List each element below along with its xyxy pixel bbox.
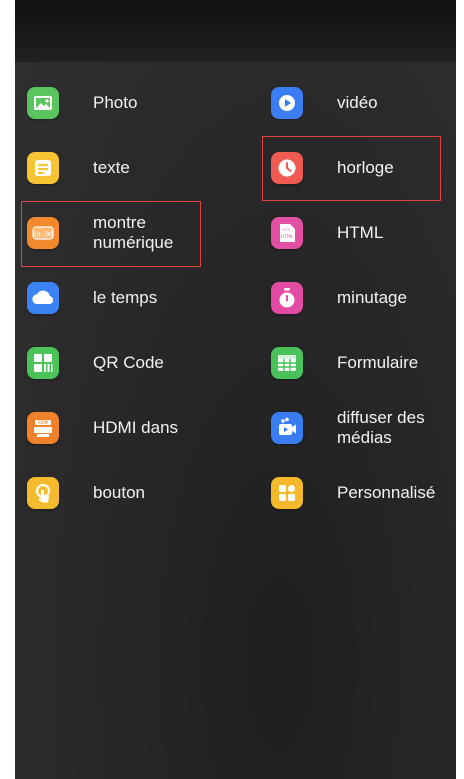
svg-text:HDMI: HDMI	[38, 420, 49, 425]
timer-icon	[271, 282, 303, 314]
button-icon	[27, 477, 59, 509]
app-label: montre numérique	[93, 213, 174, 252]
video-icon	[271, 87, 303, 119]
digital-clock-icon: 09:00	[27, 217, 59, 249]
app-weather[interactable]: le temps	[27, 275, 157, 321]
weather-icon	[27, 282, 59, 314]
app-label: diffuser des médias	[337, 408, 425, 447]
app-label: texte	[93, 158, 130, 177]
media-stream-icon	[271, 412, 303, 444]
app-form[interactable]: Formulaire	[271, 340, 418, 386]
app-label: bouton	[93, 483, 145, 502]
app-media-stream[interactable]: diffuser des médias	[271, 405, 425, 451]
app-label: minutage	[337, 288, 407, 307]
app-custom[interactable]: Personnalisé	[271, 470, 435, 516]
app-label: Photo	[93, 93, 138, 112]
app-label: QR Code	[93, 353, 164, 372]
app-hdmi-in[interactable]: HDMI HDMI dans	[27, 405, 178, 451]
svg-text:HTML: HTML	[281, 234, 294, 240]
qr-code-icon	[27, 347, 59, 379]
photo-icon	[27, 87, 59, 119]
app-label: HTML	[337, 223, 384, 242]
app-label: horloge	[337, 158, 394, 177]
app-launcher-screen: Photo texte 09:00 montre numérique le te…	[15, 0, 456, 779]
app-button[interactable]: bouton	[27, 470, 145, 516]
app-label: HDMI dans	[93, 418, 179, 437]
clock-icon	[271, 152, 303, 184]
svg-text:09:00: 09:00	[32, 231, 53, 239]
app-label: Formulaire	[337, 353, 419, 372]
text-icon	[27, 152, 59, 184]
app-clock[interactable]: horloge	[271, 145, 394, 191]
html-icon: HTML </>	[271, 217, 303, 249]
app-label: Personnalisé	[337, 483, 436, 502]
app-video[interactable]: vidéo	[271, 80, 378, 126]
app-text[interactable]: texte	[27, 145, 130, 191]
app-qr-code[interactable]: QR Code	[27, 340, 164, 386]
app-digital-clock[interactable]: 09:00 montre numérique	[27, 210, 173, 256]
app-label: le temps	[93, 288, 158, 307]
app-label: vidéo	[337, 93, 378, 112]
custom-icon	[271, 477, 303, 509]
hdmi-icon: HDMI	[27, 412, 59, 444]
app-html[interactable]: HTML </> HTML	[271, 210, 383, 256]
table-icon	[271, 347, 303, 379]
status-bar	[15, 0, 456, 62]
svg-text:</>: </>	[282, 227, 290, 232]
app-timer[interactable]: minutage	[271, 275, 407, 321]
app-photo[interactable]: Photo	[27, 80, 137, 126]
